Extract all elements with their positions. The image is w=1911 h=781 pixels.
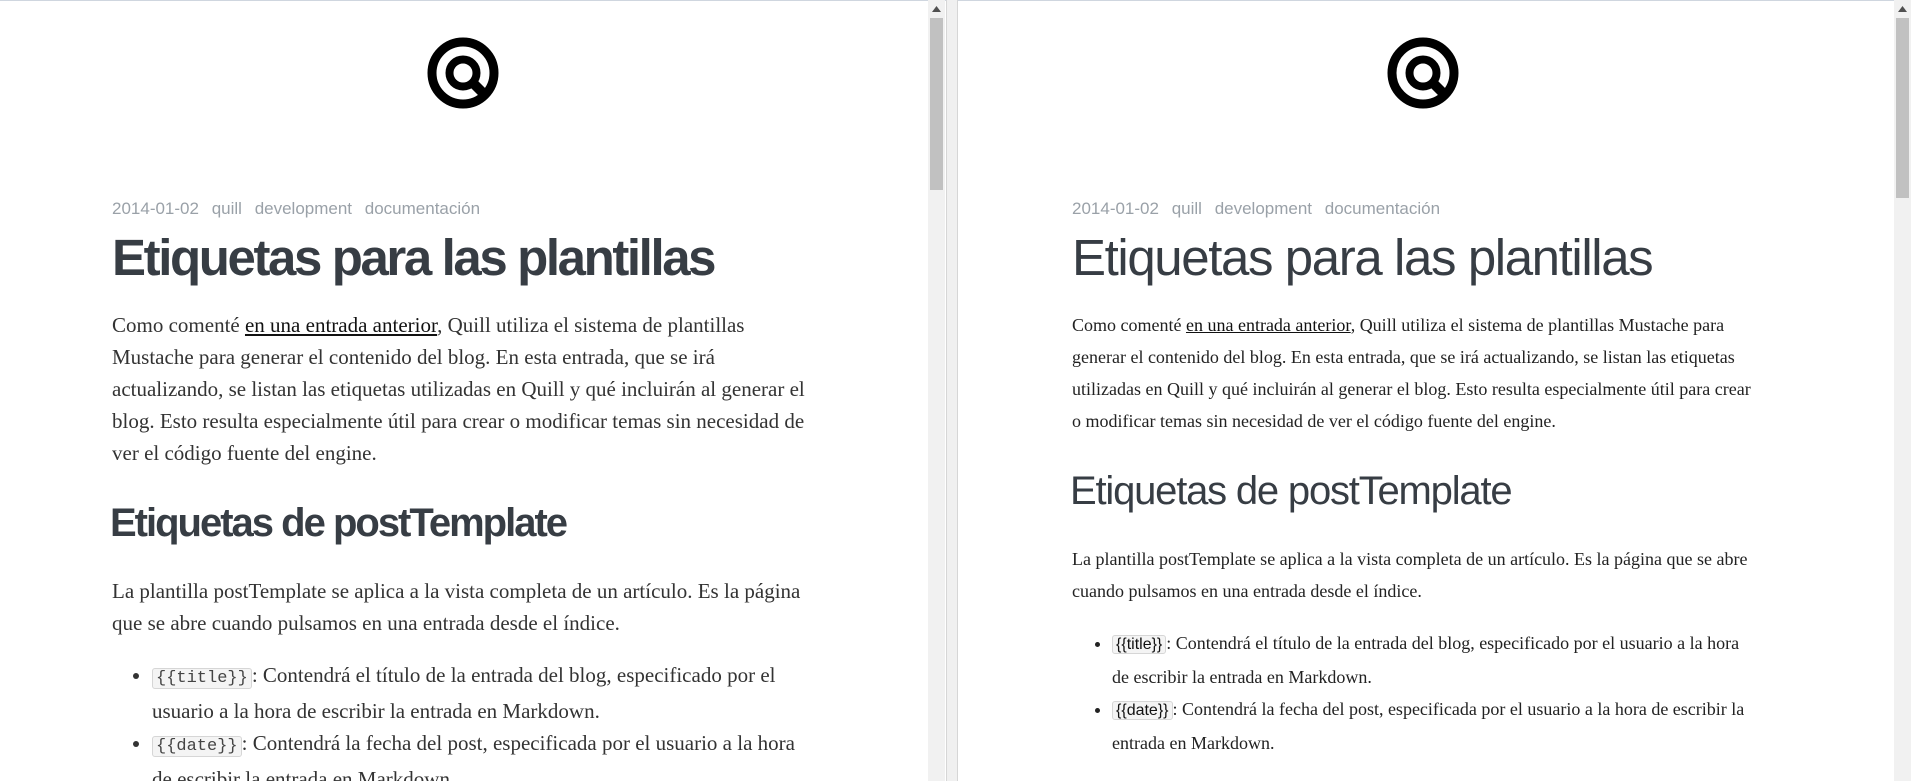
post-tag[interactable]: documentación bbox=[1325, 199, 1440, 218]
section-heading: Etiquetas de postTemplate bbox=[110, 501, 568, 545]
template-tag-code: {{title}} bbox=[152, 668, 252, 689]
scroll-up-arrow-icon[interactable] bbox=[1894, 0, 1911, 17]
template-tag-code: {{date}} bbox=[1112, 701, 1173, 720]
section-paragraph: La plantilla postTemplate se aplica a la… bbox=[1072, 549, 1748, 601]
template-tag-list: {{title}}: Contendrá el título de la ent… bbox=[1072, 627, 1752, 759]
post-date: 2014-01-02 bbox=[1072, 199, 1159, 218]
list-item: {{title}}: Contendrá el título de la ent… bbox=[1112, 627, 1752, 693]
article: 2014-01-02 quill development documentaci… bbox=[1070, 198, 1752, 759]
template-tag-list: {{title}}: Contendrá el título de la ent… bbox=[112, 659, 812, 781]
left-pane-scrollbar[interactable] bbox=[928, 0, 945, 781]
list-item: {{date}}: Contendrá la fecha del post, e… bbox=[152, 727, 812, 781]
post-title: Etiquetas para las plantillas bbox=[1072, 229, 1654, 286]
preview-pane-right[interactable]: 2014-01-02 quill development documentaci… bbox=[958, 1, 1911, 781]
list-item-text: : Contendrá el título de la entrada del … bbox=[1112, 633, 1740, 687]
right-pane-scrollbar[interactable] bbox=[1894, 0, 1911, 781]
previous-post-link[interactable]: en una entrada anterior bbox=[245, 313, 437, 337]
intro-text-before: Como comenté bbox=[1072, 315, 1186, 335]
post-tag[interactable]: development bbox=[1215, 199, 1312, 218]
post-tag[interactable]: development bbox=[255, 199, 352, 218]
post-date: 2014-01-02 bbox=[112, 199, 199, 218]
previous-post-link[interactable]: en una entrada anterior bbox=[1186, 315, 1351, 335]
section-paragraph: La plantilla postTemplate se aplica a la… bbox=[112, 579, 801, 635]
preview-pane-left[interactable]: 2014-01-02 quill development documentaci… bbox=[0, 1, 928, 781]
template-tag-code: {{title}} bbox=[1112, 635, 1167, 654]
template-tag-code: {{date}} bbox=[152, 736, 242, 757]
list-item-text: : Contendrá la fecha del post, especific… bbox=[152, 731, 795, 781]
list-item: {{date}}: Contendrá la fecha del post, e… bbox=[1112, 693, 1752, 759]
scrollbar-thumb[interactable] bbox=[930, 18, 943, 190]
intro-paragraph: Como comenté en una entrada anterior, Qu… bbox=[112, 309, 812, 469]
quill-logo-icon[interactable] bbox=[425, 35, 501, 111]
post-tag[interactable]: documentación bbox=[365, 199, 480, 218]
scroll-up-arrow-icon[interactable] bbox=[928, 0, 945, 17]
intro-text-before: Como comenté bbox=[112, 313, 245, 337]
pane-splitter[interactable] bbox=[946, 0, 958, 781]
quill-logo-icon[interactable] bbox=[1385, 35, 1461, 111]
post-title: Etiquetas para las plantillas bbox=[112, 229, 717, 286]
post-meta: 2014-01-02 quill development documentaci… bbox=[112, 198, 812, 222]
intro-paragraph: Como comenté en una entrada anterior, Qu… bbox=[1072, 309, 1752, 437]
section-heading: Etiquetas de postTemplate bbox=[1070, 469, 1513, 513]
article: 2014-01-02 quill development documentaci… bbox=[110, 198, 812, 781]
list-item-text: : Contendrá la fecha del post, especific… bbox=[1112, 699, 1745, 753]
list-item: {{title}}: Contendrá el título de la ent… bbox=[152, 659, 812, 727]
post-tag[interactable]: quill bbox=[1172, 199, 1202, 218]
scrollbar-thumb[interactable] bbox=[1896, 18, 1909, 198]
post-meta: 2014-01-02 quill development documentaci… bbox=[1072, 198, 1752, 222]
post-tag[interactable]: quill bbox=[212, 199, 242, 218]
